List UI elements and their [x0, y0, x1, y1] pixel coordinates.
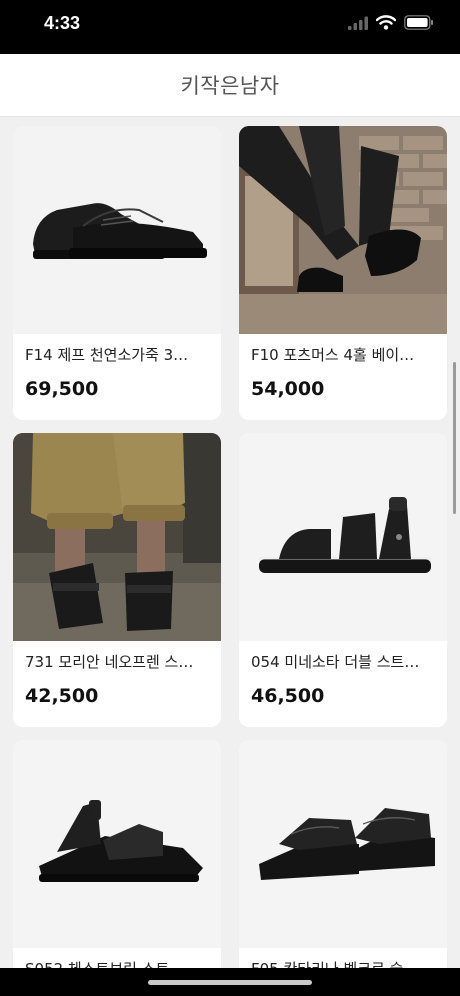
product-card[interactable]: F10 포츠머스 4홀 베이… 54,000: [239, 126, 447, 420]
product-image[interactable]: [13, 126, 221, 334]
product-card[interactable]: F05 칸타리나 벨크로 슬…: [239, 740, 447, 968]
status-icons: [348, 15, 434, 34]
product-card[interactable]: 731 모리안 네오프렌 스… 42,500: [13, 433, 221, 727]
product-price: 42,500: [25, 685, 99, 707]
product-name: 731 모리안 네오프렌 스…: [25, 653, 194, 671]
product-image[interactable]: [239, 433, 447, 641]
product-name: F14 제프 천연소가죽 3…: [25, 346, 189, 364]
signal-icon: [348, 15, 368, 34]
product-card[interactable]: 054 미네소타 더블 스트… 46,500: [239, 433, 447, 727]
product-name: 054 미네소타 더블 스트…: [251, 653, 420, 671]
page-title: 키작은남자: [180, 74, 280, 98]
product-grid[interactable]: F14 제프 천연소가죽 3… 69,500 F10 포츠머스 4홀 베이… 5…: [0, 116, 460, 968]
product-price: 54,000: [251, 378, 325, 400]
product-price: 46,500: [251, 685, 325, 707]
home-indicator[interactable]: [148, 980, 312, 985]
navigation-bar: 키작은남자: [0, 54, 460, 117]
product-name: F10 포츠머스 4홀 베이…: [251, 346, 415, 364]
product-card[interactable]: F14 제프 천연소가죽 3… 69,500: [13, 126, 221, 420]
battery-icon: [404, 15, 434, 34]
product-image[interactable]: [13, 433, 221, 641]
product-price: 69,500: [25, 378, 99, 400]
home-bar-area: [0, 968, 460, 996]
product-image[interactable]: [13, 740, 221, 948]
wifi-icon: [375, 15, 397, 34]
product-name: S052 체스트브릭 스트…: [25, 958, 211, 968]
status-bar: 4:33: [0, 0, 460, 54]
status-time: 4:33: [44, 13, 81, 33]
product-image[interactable]: [239, 740, 447, 948]
product-image[interactable]: [239, 126, 447, 334]
scroll-indicator[interactable]: [453, 362, 456, 514]
product-name: F05 칸타리나 벨크로 슬…: [251, 958, 437, 968]
product-card[interactable]: S052 체스트브릭 스트…: [13, 740, 221, 968]
